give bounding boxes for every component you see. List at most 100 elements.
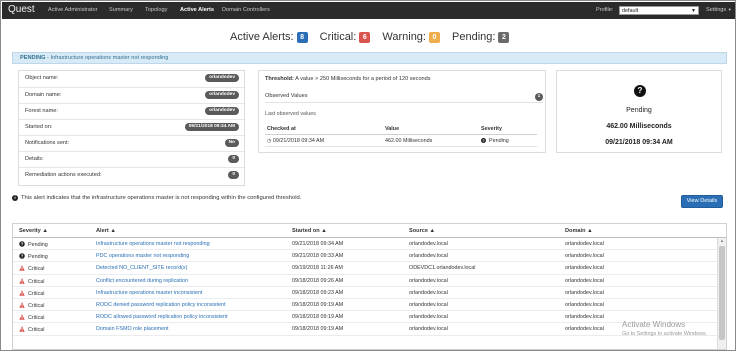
column-started-on[interactable]: Started on ▲	[292, 228, 327, 234]
nav-summary[interactable]: Summary	[109, 7, 133, 13]
table-header: Checked at Value Severity	[265, 123, 537, 135]
activate-windows-title: Activate Windows	[622, 320, 686, 329]
status-card: ? Pending 462.00 Milliseconds 09/21/2018…	[556, 70, 722, 153]
svg-text:?: ?	[21, 242, 24, 247]
status-time: 09/21/2018 09:34 AM	[605, 139, 673, 146]
column-domain[interactable]: Domain ▲	[565, 228, 593, 234]
details-value: 0	[228, 155, 239, 163]
observed-values-table: Checked at Value Severity ◷ 09/21/2018 0…	[265, 123, 537, 147]
row-started-on: 09/21/2018 09:34 AM	[292, 241, 344, 247]
nav-active-administrator[interactable]: Active Administrator	[48, 7, 97, 13]
row-domain: orlandodev.local	[565, 289, 604, 296]
table-row[interactable]: Critical Conflict encountered during repl…	[13, 275, 718, 287]
row-domain: orlandodev.local	[565, 265, 604, 272]
chevron-down-icon: ▼	[691, 8, 696, 14]
row-source: orlandodev.local	[409, 241, 448, 247]
clock-icon: ◷	[267, 138, 272, 144]
observed-values-header[interactable]: Observed Values 1	[265, 93, 543, 103]
row-started-on: 09/18/2018 09:19 AM	[292, 301, 344, 308]
critical-warning-icon	[19, 265, 25, 272]
table-row[interactable]: Critical Infrastructure operations master…	[13, 287, 718, 299]
row-severity: Critical	[19, 277, 44, 285]
alerts-table-body: ? Pending Infrastructure operations master…	[13, 238, 718, 336]
critical-warning-icon	[19, 302, 25, 308]
threshold-text: Threshold: A value > 250 Milliseconds fo…	[265, 76, 431, 82]
svg-text:?: ?	[21, 254, 24, 259]
table-row[interactable]: ? Pending Infrastructure operations master…	[13, 238, 718, 251]
detail-row: Started on: 09/21/2018 09:34 AM	[19, 119, 244, 134]
row-started-on: 09/18/2018 09:19 AM	[292, 314, 344, 321]
pending-icon: ?	[481, 138, 486, 143]
critical-label: Critical:	[319, 31, 357, 43]
row-alert-link[interactable]: RODC allowed password replication policy…	[96, 314, 228, 320]
started-on-value: 09/21/2018 09:34 AM	[184, 123, 239, 131]
column-severity[interactable]: Severity ▲	[19, 228, 48, 234]
alerts-table: Severity ▲ Alert ▲ Started on ▲ Source ▲…	[12, 223, 727, 350]
critical-warning-icon	[19, 326, 25, 333]
view-details-button[interactable]: View Details	[681, 195, 723, 208]
row-source: orlandodev.local	[409, 253, 448, 260]
row-source: orlandodev.local	[409, 301, 448, 308]
settings-menu[interactable]: Settings ▼	[706, 7, 732, 13]
scroll-up-icon[interactable]: ▲	[719, 238, 725, 243]
app-window: Quest Active Administrator Summary Topol…	[0, 0, 736, 351]
row-source: orlandodev.local	[409, 277, 448, 284]
profile-select[interactable]: default ▼	[619, 6, 699, 15]
alerts-table-header: Severity ▲ Alert ▲ Started on ▲ Source ▲…	[13, 224, 726, 238]
row-source: orlandodev.local	[409, 326, 448, 333]
chevron-down-icon: ▼	[727, 7, 732, 12]
pending-badge: 2	[498, 32, 510, 43]
row-source: orlandodev.local	[409, 289, 448, 296]
row-alert-link[interactable]: Detected NO_CLIENT_SITE record(s)	[96, 265, 187, 271]
quest-logo: Quest	[8, 4, 35, 15]
detail-row: Notifications sent: No	[19, 135, 244, 150]
row-domain: orlandodev.local	[565, 301, 604, 308]
threshold-panel: Threshold: A value > 250 Milliseconds fo…	[258, 70, 546, 153]
nav-topology[interactable]: Topology	[145, 7, 167, 13]
row-alert-link[interactable]: RODC denied password replication policy …	[96, 302, 225, 308]
row-severity: Critical	[19, 290, 44, 297]
row-domain: orlandodev.local	[565, 314, 604, 321]
nav-active-alerts[interactable]: Active Alerts	[180, 7, 214, 13]
table-row[interactable]: Critical Domain FSMO role placement 09/18/…	[13, 323, 718, 336]
profile-label: Profile:	[596, 7, 614, 13]
status-value: 462.00 Milliseconds	[606, 123, 672, 130]
nav-domain-controllers[interactable]: Domain Controllers	[222, 7, 270, 13]
domain-name-value: orlandodev	[205, 91, 239, 99]
row-domain: orlandodev.local	[565, 326, 604, 333]
row-alert-link[interactable]: PDC operations master not responding	[96, 253, 189, 259]
row-source: orlandodev.local	[409, 314, 448, 321]
alert-status: PENDING	[20, 55, 46, 61]
row-severity: Critical	[19, 314, 44, 321]
table-row[interactable]: Critical Detected NO_CLIENT_SITE record(s…	[13, 262, 718, 275]
scroll-thumb[interactable]	[719, 246, 725, 340]
critical-warning-icon	[19, 290, 25, 296]
table-row[interactable]: Critical RODC denied password replication…	[13, 299, 718, 312]
table-row[interactable]: ? Pending PDC operations master not respon…	[13, 250, 718, 263]
last-observed-label: Last observed values	[265, 111, 316, 117]
detail-row: Details: 0	[19, 151, 244, 166]
status-state: Pending	[626, 107, 652, 114]
row-started-on: 09/21/2018 09:33 AM	[292, 253, 344, 260]
pending-question-icon: ?	[19, 241, 25, 247]
row-alert-link[interactable]: Infrastructure operations master inconsi…	[96, 290, 202, 296]
sort-arrow-icon: ▲	[321, 228, 327, 234]
pending-question-icon: ?	[19, 253, 25, 259]
table-scrollbar[interactable]: ▲	[717, 238, 726, 349]
column-source[interactable]: Source ▲	[409, 228, 435, 234]
row-domain: orlandodev.local	[565, 241, 604, 247]
alert-counters: Active Alerts: 8 Critical: 6 Warning: 0 Pen…	[230, 31, 518, 45]
detail-row: Domain name: orlandodev	[19, 87, 244, 102]
detail-row: Forest name: orlandodev	[19, 103, 244, 118]
alert-details-panel: Object name: orlandodev Domain name: orlan…	[18, 70, 245, 186]
row-alert-link[interactable]: Conflict encountered during replication	[96, 278, 188, 284]
row-alert-link[interactable]: Domain FSMO role placement	[96, 326, 169, 332]
sort-arrow-icon: ▲	[110, 228, 116, 234]
row-alert-link[interactable]: Infrastructure operations master not res…	[96, 241, 210, 247]
column-alert[interactable]: Alert ▲	[96, 228, 116, 234]
table-row[interactable]: Critical RODC allowed password replicatio…	[13, 311, 718, 324]
row-started-on: 09/18/2018 09:19 AM	[292, 326, 344, 333]
forest-name-value: orlandodev	[205, 107, 239, 115]
sort-arrow-icon: ▲	[429, 228, 436, 234]
row-severity: ? Pending	[19, 241, 48, 248]
